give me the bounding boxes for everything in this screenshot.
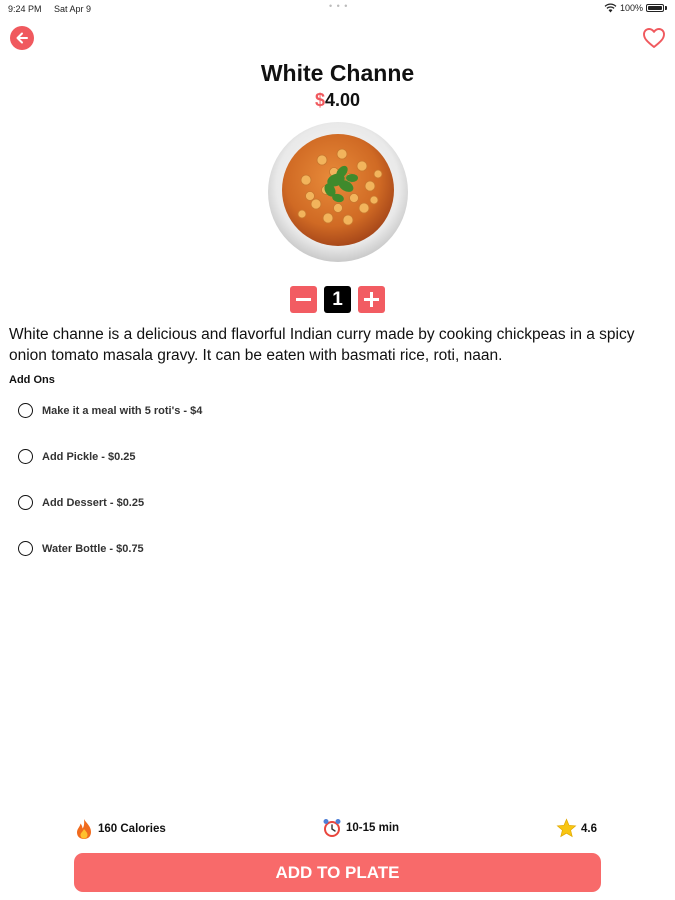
rating-label: 4.6 bbox=[581, 822, 597, 835]
addon-option[interactable]: Make it a meal with 5 roti's - $4 bbox=[18, 403, 202, 418]
increment-button[interactable] bbox=[358, 286, 385, 313]
decrement-button[interactable] bbox=[290, 286, 317, 313]
star-icon bbox=[556, 818, 577, 838]
heart-outline-icon bbox=[643, 28, 665, 48]
back-button[interactable] bbox=[10, 26, 34, 50]
calories-stat: 160 Calories bbox=[74, 818, 166, 840]
rating-stat: 4.6 bbox=[556, 818, 597, 839]
add-to-plate-button[interactable]: ADD TO PLATE bbox=[74, 853, 601, 892]
addon-label: Add Pickle - $0.25 bbox=[42, 450, 136, 463]
addon-label: Water Bottle - $0.75 bbox=[42, 542, 144, 555]
status-bar: 9:24 PM Sat Apr 9 • • • 100% bbox=[0, 0, 675, 18]
alarm-clock-icon bbox=[323, 819, 341, 837]
radio-button[interactable] bbox=[18, 449, 33, 464]
addon-option[interactable]: Add Dessert - $0.25 bbox=[18, 495, 144, 510]
plus-icon bbox=[364, 292, 379, 307]
wifi-icon bbox=[604, 3, 617, 13]
price-value: 4.00 bbox=[324, 90, 361, 110]
arrow-left-icon bbox=[16, 32, 28, 44]
addon-label: Add Dessert - $0.25 bbox=[42, 496, 145, 509]
radio-button[interactable] bbox=[18, 495, 33, 510]
fire-icon bbox=[77, 819, 91, 839]
battery-percent: 100% bbox=[619, 3, 643, 13]
calories-label: 160 Calories bbox=[98, 823, 166, 835]
item-title: White Channe bbox=[260, 60, 415, 86]
status-indicators: 100% bbox=[604, 3, 667, 13]
battery-icon bbox=[646, 4, 667, 12]
radio-button[interactable] bbox=[18, 541, 33, 556]
dish-image bbox=[268, 122, 408, 262]
status-date: Sat Apr 9 bbox=[54, 4, 92, 14]
status-time: 9:24 PM bbox=[8, 4, 42, 14]
currency-symbol: $ bbox=[314, 90, 325, 110]
quantity-value: 1 bbox=[324, 286, 351, 313]
time-label: 10-15 min bbox=[346, 822, 400, 834]
quantity-stepper: 1 bbox=[290, 286, 385, 313]
favorite-button[interactable] bbox=[642, 27, 666, 49]
addons-heading: Add Ons bbox=[9, 374, 55, 386]
minus-icon bbox=[296, 298, 311, 301]
addon-option[interactable]: Add Pickle - $0.25 bbox=[18, 449, 136, 464]
stats-row: 160 Calories 10-15 min 4.6 bbox=[0, 818, 675, 842]
item-description: White channe is a delicious and flavorfu… bbox=[9, 326, 635, 364]
multitasking-dots-icon: • • • bbox=[329, 1, 349, 11]
addon-option[interactable]: Water Bottle - $0.75 bbox=[18, 541, 144, 556]
item-price: $4.00 bbox=[0, 90, 675, 111]
addon-label: Make it a meal with 5 roti's - $4 bbox=[42, 404, 203, 417]
radio-button[interactable] bbox=[18, 403, 33, 418]
time-stat: 10-15 min bbox=[322, 818, 399, 838]
